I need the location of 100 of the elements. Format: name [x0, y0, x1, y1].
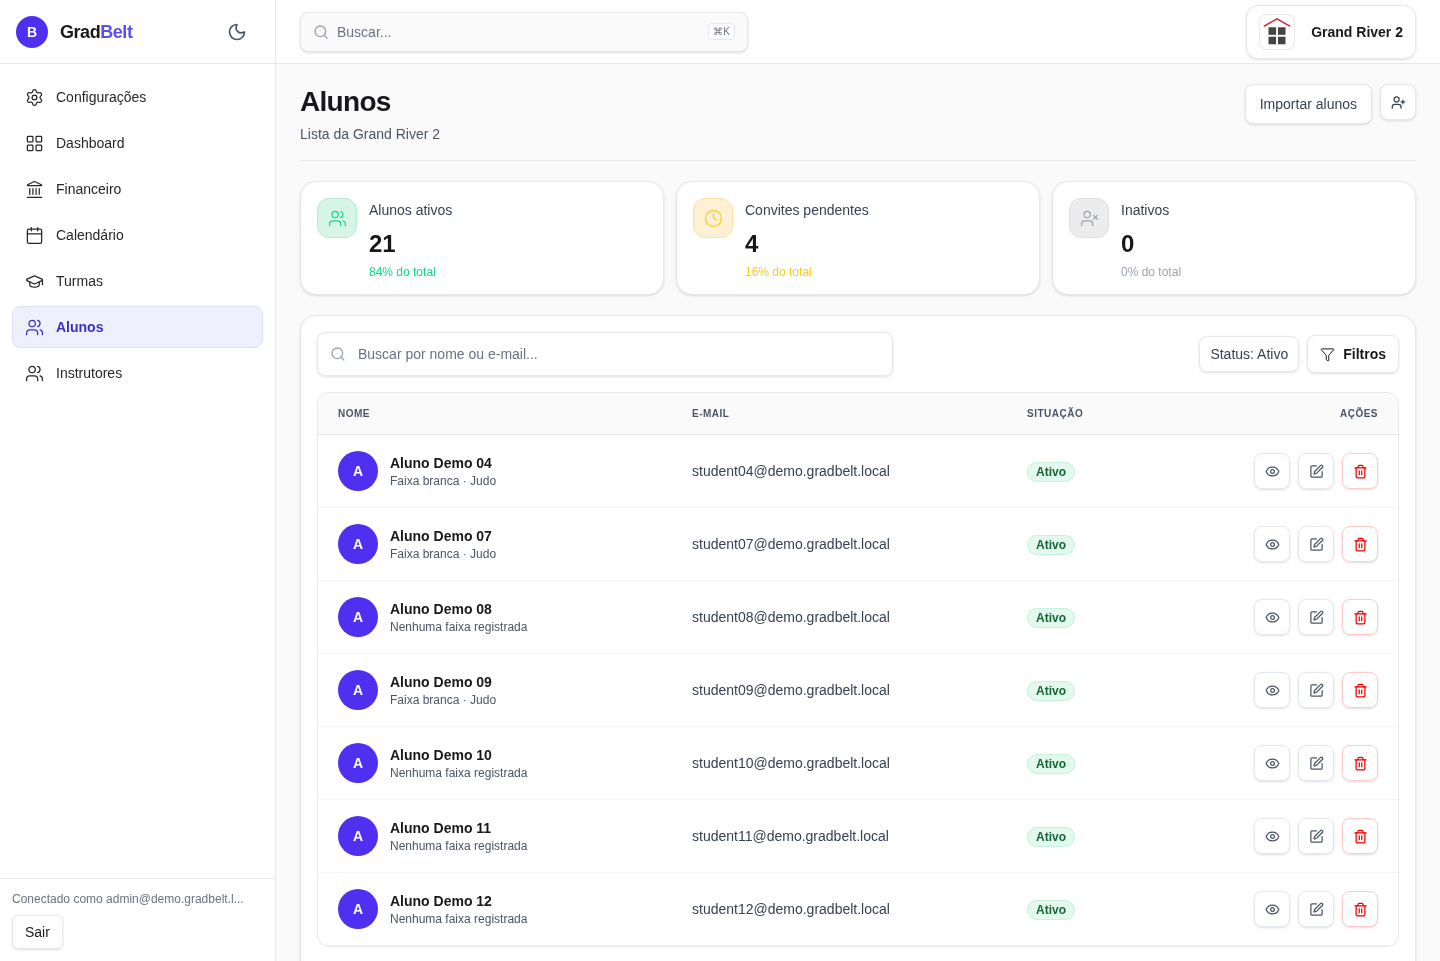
edit-button[interactable]	[1298, 453, 1334, 489]
search-input[interactable]: Buscar...	[337, 21, 701, 42]
pencil-icon	[1308, 682, 1324, 698]
student-name: Aluno Demo 07	[390, 527, 493, 546]
column-header: NOME	[338, 407, 371, 421]
student-name: Aluno Demo 04	[390, 454, 493, 473]
calendar-icon	[25, 225, 44, 245]
stat-label: Inativos	[1121, 201, 1171, 220]
eye-icon	[1264, 536, 1280, 552]
student-name: Aluno Demo 10	[390, 746, 493, 765]
student-email: student09@demo.gradbelt.local	[692, 681, 891, 700]
delete-button[interactable]	[1342, 672, 1378, 708]
student-email: student08@demo.gradbelt.local	[692, 608, 891, 627]
nav-item[interactable]: Alunos	[12, 306, 263, 348]
import-button[interactable]: Importar alunos	[1244, 84, 1372, 124]
student-name: Aluno Demo 11	[390, 819, 493, 838]
users-icon	[317, 198, 357, 238]
moon-icon	[227, 21, 247, 42]
status-badge: Ativo	[1027, 608, 1075, 628]
student-avatar: A	[338, 524, 378, 564]
logout-button[interactable]: Sair	[12, 915, 63, 949]
page-title: Alunos	[300, 85, 392, 119]
delete-button[interactable]	[1342, 891, 1378, 927]
delete-button[interactable]	[1342, 453, 1378, 489]
view-button[interactable]	[1254, 745, 1290, 781]
pencil-icon	[1308, 901, 1324, 917]
student-detail: Nenhuma faixa registrada	[390, 619, 528, 635]
brand-name-accent: Belt	[100, 21, 133, 42]
school-switcher[interactable]: Grand River 2	[1246, 4, 1416, 59]
delete-button[interactable]	[1342, 526, 1378, 562]
status-badge: Ativo	[1027, 681, 1075, 701]
student-detail: Nenhuma faixa registrada	[390, 911, 528, 927]
student-name: Aluno Demo 12	[390, 892, 493, 911]
edit-button[interactable]	[1298, 891, 1334, 927]
student-detail: Nenhuma faixa registrada	[390, 765, 528, 781]
student-search-field[interactable]: Buscar por nome ou e-mail...	[317, 332, 893, 376]
status-badge: Ativo	[1027, 900, 1075, 920]
student-avatar: A	[338, 743, 378, 783]
nav-item[interactable]: Instrutores	[12, 352, 263, 394]
status-badge: Ativo	[1027, 535, 1075, 555]
nav-item[interactable]: Configurações	[12, 76, 263, 118]
view-button[interactable]	[1254, 599, 1290, 635]
eye-icon	[1264, 682, 1280, 698]
status-filter-button[interactable]: Status: Ativo	[1199, 336, 1300, 372]
nav-item[interactable]: Turmas	[12, 260, 263, 302]
page-subtitle: Lista da Grand River 2	[300, 125, 441, 144]
view-button[interactable]	[1254, 672, 1290, 708]
student-search-input[interactable]: Buscar por nome ou e-mail...	[358, 344, 880, 364]
filter-icon	[1320, 346, 1336, 362]
edit-button[interactable]	[1298, 672, 1334, 708]
trash-icon	[1352, 682, 1368, 698]
bank-icon	[25, 179, 44, 199]
status-badge: Ativo	[1027, 754, 1075, 774]
eye-icon	[1264, 901, 1280, 917]
student-detail: Nenhuma faixa registrada	[390, 838, 528, 854]
search-icon	[330, 346, 346, 362]
grid-icon	[25, 133, 44, 153]
trash-icon	[1352, 828, 1368, 844]
column-header: SITUAÇÃO	[1027, 406, 1085, 421]
view-button[interactable]	[1254, 891, 1290, 927]
users-icon	[25, 363, 44, 383]
pencil-icon	[1308, 828, 1324, 844]
nav-item[interactable]: Calendário	[12, 214, 263, 256]
column-header: AÇÕES	[1339, 406, 1378, 421]
trash-icon	[1352, 536, 1368, 552]
student-name: Aluno Demo 08	[390, 600, 493, 619]
shortcut-key: ⌘K	[708, 23, 735, 40]
view-button[interactable]	[1254, 818, 1290, 854]
stat-note: 0% do total	[1121, 264, 1182, 280]
search-field[interactable]: Buscar... ⌘K	[300, 11, 748, 52]
student-detail: Faixa branca · Judo	[390, 473, 497, 489]
nav-item[interactable]: Dashboard	[12, 122, 263, 164]
view-button[interactable]	[1254, 453, 1290, 489]
trash-icon	[1352, 901, 1368, 917]
edit-button[interactable]	[1298, 526, 1334, 562]
stat-note: 16% do total	[745, 264, 813, 280]
stat-label: Convites pendentes	[745, 201, 869, 220]
student-avatar: A	[338, 451, 378, 491]
student-email: student10@demo.gradbelt.local	[692, 754, 891, 773]
trash-icon	[1352, 609, 1368, 625]
add-student-button[interactable]	[1380, 84, 1416, 120]
brand-name: Grad	[60, 21, 101, 42]
eye-icon	[1264, 755, 1280, 771]
delete-button[interactable]	[1342, 599, 1378, 635]
column-header: E-MAIL	[692, 407, 731, 421]
filters-button[interactable]: Filtros	[1307, 335, 1399, 373]
nav-item[interactable]: Financeiro	[12, 168, 263, 210]
status-badge: Ativo	[1027, 462, 1075, 482]
delete-button[interactable]	[1342, 745, 1378, 781]
student-email: student07@demo.gradbelt.local	[692, 535, 891, 554]
edit-button[interactable]	[1298, 599, 1334, 635]
trash-icon	[1352, 463, 1368, 479]
stat-value: 4	[745, 229, 760, 259]
view-button[interactable]	[1254, 526, 1290, 562]
student-email: student12@demo.gradbelt.local	[692, 900, 891, 919]
stat-label: Alunos ativos	[369, 201, 453, 220]
student-avatar: A	[338, 597, 378, 637]
delete-button[interactable]	[1342, 818, 1378, 854]
edit-button[interactable]	[1298, 745, 1334, 781]
edit-button[interactable]	[1298, 818, 1334, 854]
